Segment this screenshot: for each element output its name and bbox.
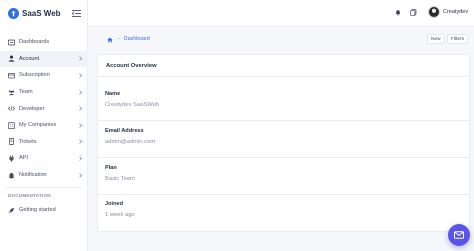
breadcrumb-separator: –	[117, 36, 120, 42]
field-label: Joined	[105, 201, 124, 207]
user-icon	[8, 55, 15, 63]
sidebar-collapse-icon[interactable]	[72, 9, 81, 17]
chevron-right-icon	[78, 106, 82, 112]
filters-button[interactable]: Filters	[447, 34, 469, 44]
sidebar-item-label: API	[19, 155, 29, 162]
ticket-icon	[8, 138, 15, 146]
sidebar-item-label: Dashboards	[19, 39, 50, 46]
chevron-right-icon	[78, 139, 82, 145]
sidebar-section-title: DOCUMENTATION	[8, 193, 51, 198]
sidebar-nav: Dashboards Account Subscription Team Dev…	[0, 34, 88, 183]
field-divider	[98, 157, 469, 158]
user-name[interactable]: Creatydev	[443, 9, 468, 15]
sidebar-item-tickets[interactable]: Tickets	[0, 134, 88, 151]
card-title: Account Overview	[106, 63, 157, 69]
sidebar-item-label: Account	[19, 55, 40, 62]
sidebar-item-label: Developer	[19, 105, 45, 112]
field-label: Name	[105, 91, 121, 97]
bell-icon	[8, 172, 15, 179]
sidebar-item-label: My Companies	[19, 122, 57, 129]
breadcrumb-dashboard[interactable]: Dashboard	[124, 36, 150, 42]
app-root: SaaS Web Dashboards Account Subscription…	[0, 0, 474, 251]
bell-icon[interactable]	[393, 8, 402, 17]
field-value: Basic Team	[105, 176, 135, 182]
chevron-right-icon	[78, 89, 82, 95]
field-value: admin@admin.com	[105, 139, 156, 145]
sidebar-item-label: Tickets	[19, 138, 37, 145]
document-icon[interactable]	[409, 8, 418, 17]
account-overview-card: Account Overview Name Creatydev SaaSWeb …	[97, 54, 470, 232]
field-divider	[98, 120, 469, 121]
mail-fab-button[interactable]	[448, 224, 470, 246]
sidebar-item-label: Notification	[19, 172, 47, 179]
chevron-right-icon	[78, 155, 82, 161]
team-icon	[8, 89, 15, 96]
sidebar-item-subscription[interactable]: Subscription	[0, 67, 88, 84]
sidebar-item-label: Subscription	[19, 72, 50, 79]
sidebar-item-notification[interactable]: Notification	[0, 167, 88, 184]
mail-icon	[454, 226, 465, 244]
field-divider	[98, 194, 469, 195]
field-label: Plan	[105, 165, 117, 171]
building-icon	[8, 122, 15, 129]
brand-logo-icon	[8, 7, 19, 19]
brand-name: SaaS Web	[22, 8, 61, 18]
chevron-right-icon	[78, 122, 82, 128]
sidebar-bottom-nav: Getting started	[0, 202, 88, 219]
sidebar-item-team[interactable]: Team	[0, 84, 88, 101]
sidebar-item-account[interactable]: Account	[0, 50, 88, 68]
brand[interactable]: SaaS Web	[8, 6, 61, 20]
sidebar-item-label: Team	[19, 89, 33, 96]
sidebar: SaaS Web Dashboards Account Subscription…	[0, 0, 88, 251]
sidebar-item-api[interactable]: API	[0, 150, 88, 167]
code-icon	[8, 105, 15, 112]
new-button[interactable]: New	[427, 34, 445, 44]
card-icon	[8, 72, 15, 79]
sidebar-item-getting-started[interactable]: Getting started	[0, 202, 88, 219]
sidebar-divider	[6, 187, 82, 188]
dashboard-icon	[8, 39, 15, 46]
rocket-icon	[8, 207, 15, 214]
chevron-right-icon	[78, 172, 82, 178]
field-value: 1 week ago	[105, 212, 135, 218]
field-value: Creatydev SaaSWeb	[105, 102, 160, 108]
sidebar-item-dashboards[interactable]: Dashboards	[0, 34, 88, 51]
chevron-right-icon	[78, 72, 82, 78]
sidebar-item-my-companies[interactable]: My Companies	[0, 117, 88, 134]
chevron-right-icon	[78, 56, 82, 62]
sidebar-item-developer[interactable]: Developer	[0, 100, 88, 117]
topbar: Creatydev	[88, 0, 474, 27]
sidebar-item-label: Getting started	[19, 207, 56, 214]
plug-icon	[8, 155, 15, 162]
card-header: Account Overview	[98, 55, 469, 77]
field-label: Email Address	[105, 128, 144, 134]
avatar[interactable]	[428, 6, 440, 18]
home-icon[interactable]	[107, 30, 113, 48]
breadcrumb: – Dashboard	[107, 35, 150, 43]
